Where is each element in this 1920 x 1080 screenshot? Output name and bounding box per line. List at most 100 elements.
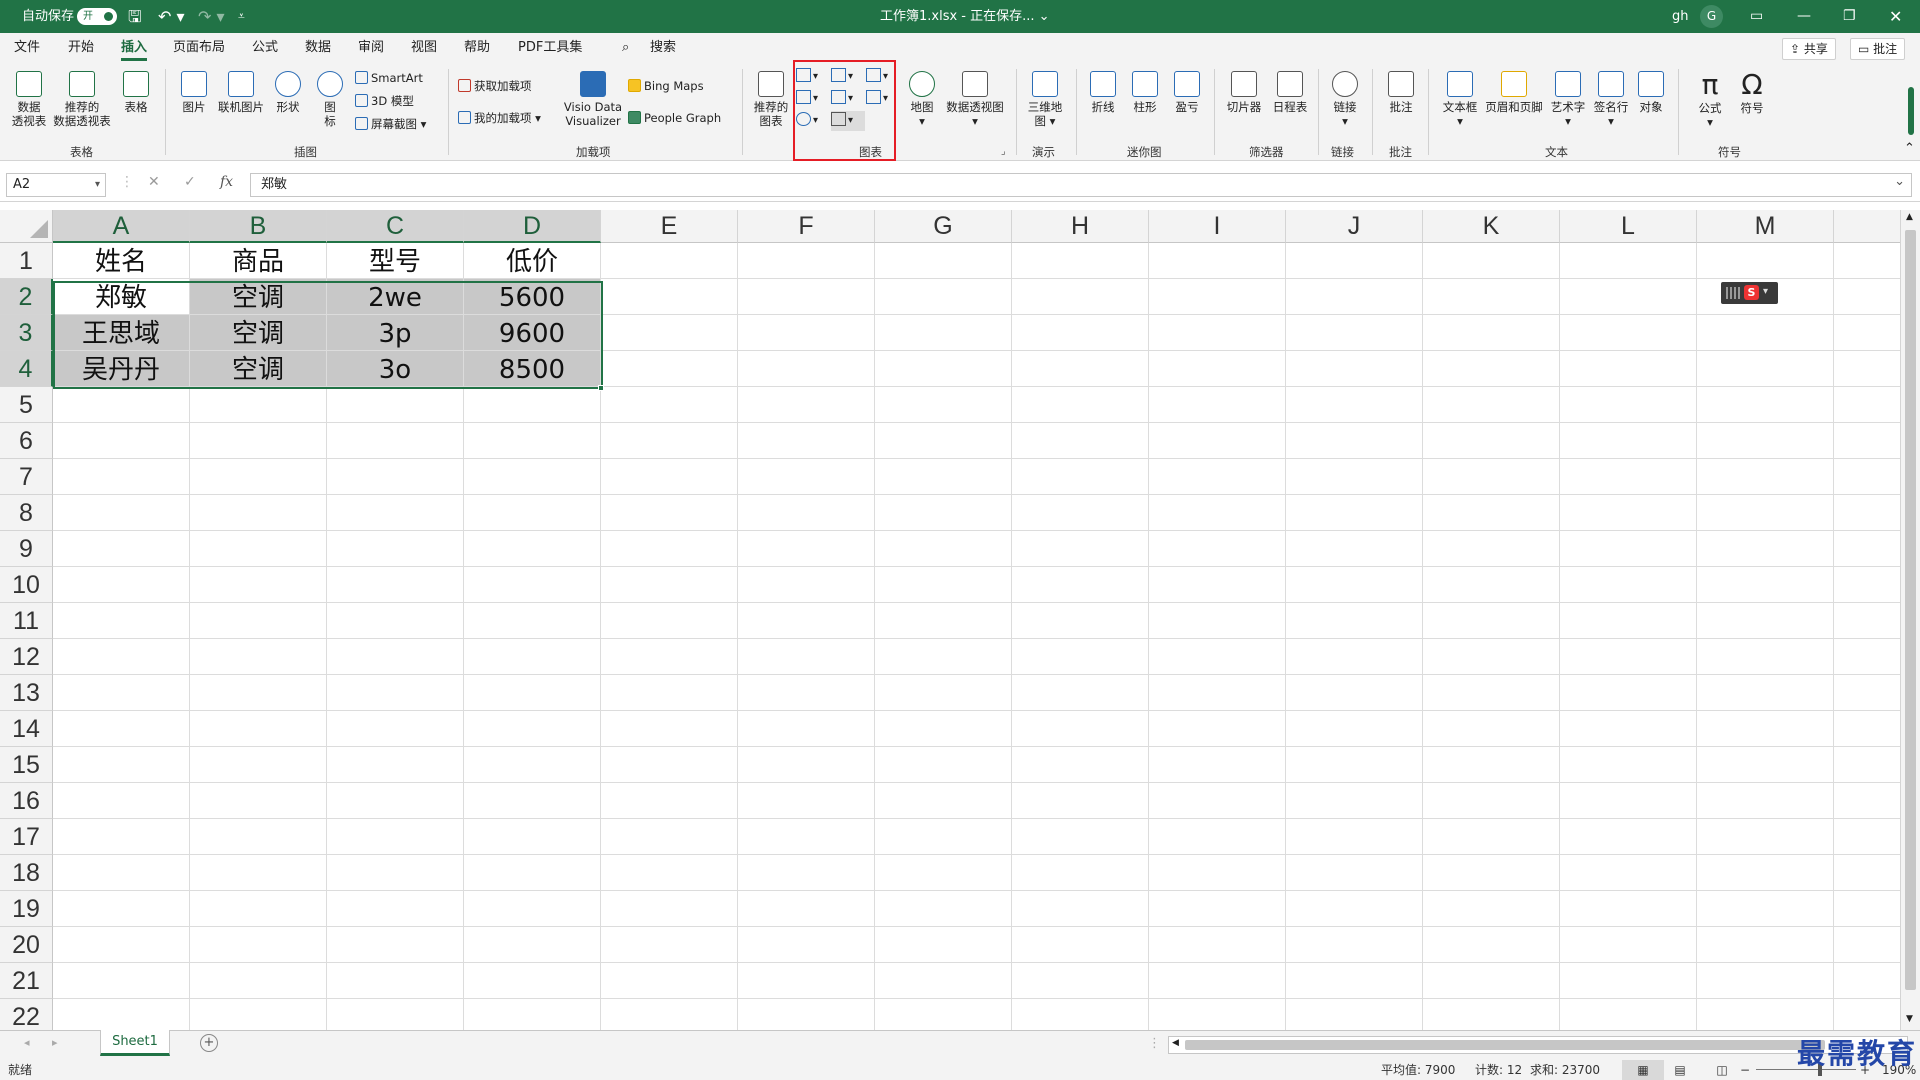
get-addins-button[interactable]: 获取加载项 bbox=[458, 77, 532, 95]
row-header-6[interactable]: 6 bbox=[0, 423, 53, 459]
prev-sheet-icon[interactable]: ◂ bbox=[24, 1036, 30, 1049]
bing-maps-button[interactable]: Bing Maps bbox=[628, 77, 704, 95]
redo-icon[interactable]: ↷ ▾ bbox=[198, 0, 225, 33]
sheet-tab-sheet1[interactable]: Sheet1 bbox=[100, 1030, 170, 1056]
row-header-20[interactable]: 20 bbox=[0, 927, 53, 963]
my-addins-button[interactable]: 我的加载项 ▾ bbox=[458, 109, 541, 127]
row-header-5[interactable]: 5 bbox=[0, 387, 53, 423]
column-header-l[interactable]: L bbox=[1560, 210, 1697, 243]
row-header-9[interactable]: 9 bbox=[0, 531, 53, 567]
undo-icon[interactable]: ↶ ▾ bbox=[158, 0, 185, 33]
table-button[interactable]: 表格 bbox=[118, 71, 154, 114]
customize-qat-icon[interactable]: ⩡ bbox=[238, 0, 245, 33]
row-header-17[interactable]: 17 bbox=[0, 819, 53, 855]
minimize-icon[interactable]: — bbox=[1797, 0, 1811, 33]
ime-toolbar[interactable]: S ▾ bbox=[1721, 282, 1778, 304]
cancel-icon[interactable]: ✕ bbox=[148, 174, 160, 190]
row-header-7[interactable]: 7 bbox=[0, 459, 53, 495]
cell-d1[interactable]: 低价 bbox=[464, 243, 601, 279]
column-header-e[interactable]: E bbox=[601, 210, 738, 243]
cell-a1[interactable]: 姓名 bbox=[53, 243, 190, 279]
screenshot-button[interactable]: 屏幕截图 ▾ bbox=[355, 115, 426, 133]
tab-data[interactable]: 数据 bbox=[305, 33, 331, 63]
smartart-button[interactable]: SmartArt bbox=[355, 69, 423, 87]
pivot-table-button[interactable]: 数据 透视表 bbox=[8, 71, 50, 128]
horizontal-scroll-thumb[interactable] bbox=[1185, 1040, 1825, 1050]
enter-icon[interactable]: ✓ bbox=[184, 174, 196, 190]
recommended-pivot-button[interactable]: 推荐的 数据透视表 bbox=[52, 71, 112, 128]
sparkline-column-button[interactable]: 柱形 bbox=[1128, 71, 1162, 114]
object-button[interactable]: 对象 bbox=[1634, 71, 1668, 114]
select-all-corner[interactable] bbox=[0, 210, 53, 243]
cell-b1[interactable]: 商品 bbox=[190, 243, 327, 279]
row-header-1[interactable]: 1 bbox=[0, 243, 53, 279]
online-picture-button[interactable]: 联机图片 bbox=[214, 71, 268, 114]
cell-c1[interactable]: 型号 bbox=[327, 243, 464, 279]
status-average[interactable]: 平均值: 7900 bbox=[1381, 1060, 1455, 1080]
search-box[interactable]: 搜索 bbox=[650, 33, 676, 63]
split-handle-icon[interactable]: ⋮ bbox=[1148, 1036, 1161, 1051]
tab-pdf-tools[interactable]: PDF工具集 bbox=[518, 33, 582, 63]
window-title[interactable]: 工作簿1.xlsx - 正在保存... ⌄ bbox=[880, 0, 1050, 33]
wordart-button[interactable]: 艺术字 ▾ bbox=[1548, 71, 1588, 128]
row-header-19[interactable]: 19 bbox=[0, 891, 53, 927]
tab-file[interactable]: 文件 bbox=[14, 33, 40, 63]
pivot-chart-button[interactable]: 数据透视图 ▾ bbox=[942, 71, 1008, 128]
sparkline-line-button[interactable]: 折线 bbox=[1086, 71, 1120, 114]
column-header-c[interactable]: C bbox=[327, 210, 464, 243]
visio-visualizer-button[interactable]: Visio Data Visualizer bbox=[562, 71, 624, 128]
column-header-m[interactable]: M bbox=[1697, 210, 1834, 243]
row-header-13[interactable]: 13 bbox=[0, 675, 53, 711]
tab-view[interactable]: 视图 bbox=[411, 33, 437, 63]
normal-view-icon[interactable]: ▦ bbox=[1622, 1060, 1664, 1080]
column-header-b[interactable]: B bbox=[190, 210, 327, 243]
column-header-f[interactable]: F bbox=[738, 210, 875, 243]
textbox-button[interactable]: 文本框 ▾ bbox=[1440, 71, 1480, 128]
row-header-22[interactable]: 22 bbox=[0, 999, 53, 1030]
row-header-2[interactable]: 2 bbox=[0, 279, 53, 315]
people-graph-button[interactable]: People Graph bbox=[628, 109, 721, 127]
scroll-left-icon[interactable]: ◀ bbox=[1172, 1038, 1179, 1048]
column-header-g[interactable]: G bbox=[875, 210, 1012, 243]
new-comment-button[interactable]: 批注 bbox=[1384, 71, 1418, 114]
share-button[interactable]: ⇪ 共享 bbox=[1782, 38, 1836, 60]
picture-button[interactable]: 图片 bbox=[176, 71, 212, 114]
dialog-launcher-icon[interactable]: ⌟ bbox=[1001, 146, 1006, 157]
tab-help[interactable]: 帮助 bbox=[464, 33, 490, 63]
status-sum[interactable]: 求和: 23700 bbox=[1530, 1060, 1600, 1080]
column-header-partial[interactable] bbox=[1834, 210, 1900, 243]
row-header-14[interactable]: 14 bbox=[0, 711, 53, 747]
cell-c2[interactable]: 2we bbox=[327, 279, 464, 315]
row-header-4[interactable]: 4 bbox=[0, 351, 53, 387]
ribbon-scrollbar[interactable] bbox=[1908, 87, 1914, 135]
column-header-a[interactable]: A bbox=[53, 210, 190, 243]
slicer-button[interactable]: 切片器 bbox=[1222, 71, 1266, 114]
fill-handle[interactable] bbox=[598, 385, 604, 391]
collapse-ribbon-icon[interactable]: ⌃ bbox=[1904, 141, 1915, 156]
zoom-out-icon[interactable]: − bbox=[1740, 1060, 1750, 1080]
symbol-button[interactable]: Ω 符号 bbox=[1734, 69, 1770, 116]
header-footer-button[interactable]: 页眉和页脚 bbox=[1482, 71, 1546, 114]
column-header-h[interactable]: H bbox=[1012, 210, 1149, 243]
tab-home[interactable]: 开始 bbox=[68, 33, 94, 63]
cell-a3[interactable]: 王思域 bbox=[53, 315, 190, 351]
name-box[interactable]: A2 bbox=[6, 173, 106, 197]
cell-b2[interactable]: 空调 bbox=[190, 279, 327, 315]
page-break-view-icon[interactable]: ◫ bbox=[1708, 1060, 1736, 1080]
save-icon[interactable]: 🖫 bbox=[128, 0, 142, 33]
tab-formulas[interactable]: 公式 bbox=[252, 33, 278, 63]
row-header-21[interactable]: 21 bbox=[0, 963, 53, 999]
add-sheet-button[interactable]: + bbox=[200, 1034, 218, 1052]
tab-insert[interactable]: 插入 bbox=[121, 33, 148, 63]
restore-icon[interactable]: ❐ bbox=[1843, 0, 1856, 33]
row-header-8[interactable]: 8 bbox=[0, 495, 53, 531]
row-header-16[interactable]: 16 bbox=[0, 783, 53, 819]
cell-c4[interactable]: 3o bbox=[327, 351, 464, 387]
user-name[interactable]: gh bbox=[1672, 0, 1689, 33]
column-header-d[interactable]: D bbox=[464, 210, 601, 243]
column-header-k[interactable]: K bbox=[1423, 210, 1560, 243]
row-header-3[interactable]: 3 bbox=[0, 315, 53, 351]
cell-a2[interactable]: 郑敏 bbox=[53, 279, 190, 315]
row-header-10[interactable]: 10 bbox=[0, 567, 53, 603]
3d-map-button[interactable]: 三维地图 ▾ bbox=[1024, 71, 1066, 128]
